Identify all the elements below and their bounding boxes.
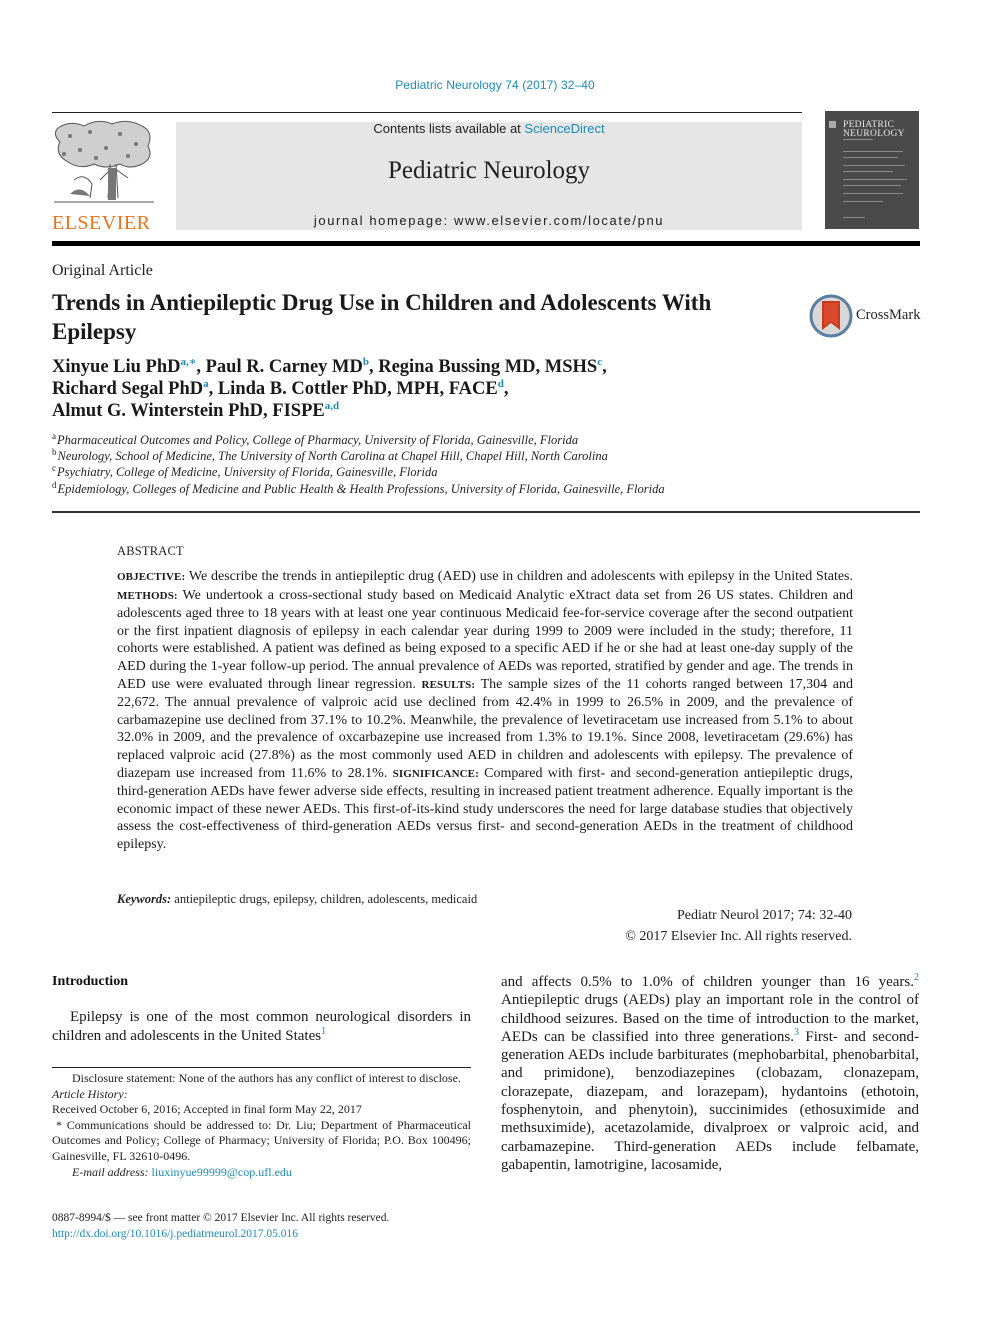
author-name[interactable]: Xinyue Liu PhD (52, 357, 181, 377)
cover-text-line (843, 151, 903, 152)
author-separator: , (196, 357, 206, 377)
crossmark-label: CrossMark (856, 307, 921, 323)
objective-label: OBJECTIVE: (117, 571, 186, 583)
header-thick-rule (52, 241, 920, 246)
header-rule (52, 112, 802, 113)
author-name[interactable]: Richard Segal PhD (52, 379, 203, 399)
sciencedirect-link[interactable]: ScienceDirect (524, 121, 604, 136)
cover-text-line (843, 165, 905, 166)
citation-block: Pediatr Neurol 2017; 74: 32-40 © 2017 El… (560, 906, 852, 947)
correspondence: * Communications should be addressed to:… (52, 1117, 471, 1163)
email-line: E-mail address: liuxinyue99999@cop.ufl.e… (52, 1165, 471, 1181)
affiliation-key: c (52, 463, 56, 474)
cover-title: PEDIATRIC NEUROLOGY (843, 120, 905, 139)
right-column-text: and affects 0.5% to 1.0% of children you… (501, 973, 919, 1174)
author-list: Xinyue Liu PhDa,∗, Paul R. Carney MDb, R… (52, 356, 772, 422)
affiliation-list: aPharmaceutical Outcomes and Policy, Col… (52, 432, 852, 497)
bottom-matter: 0887-8994/$ — see front matter © 2017 El… (52, 1210, 389, 1242)
affiliation-item: aPharmaceutical Outcomes and Policy, Col… (52, 432, 852, 448)
affiliation-text: Neurology, School of Medicine, The Unive… (57, 449, 608, 464)
cover-title-line: NEUROLOGY (843, 129, 905, 139)
contents-prefix: Contents lists available at (373, 121, 525, 136)
journal-homepage[interactable]: journal homepage: www.elsevier.com/locat… (176, 213, 802, 228)
journal-reference-link[interactable]: Pediatric Neurology 74 (2017) 32–40 (0, 78, 990, 92)
affiliation-item: bNeurology, School of Medicine, The Univ… (52, 448, 852, 464)
author-name[interactable]: Almut G. Winterstein PhD, FISPE (52, 401, 325, 421)
footnote-rule (52, 1067, 471, 1068)
citation: Pediatr Neurol 2017; 74: 32-40 (677, 908, 852, 923)
paragraph-text: and affects 0.5% to 1.0% of children you… (501, 974, 914, 990)
cover-text-line (843, 185, 901, 186)
author-separator: , (208, 379, 218, 399)
paragraph-text: First- and second-generation AEDs includ… (501, 1028, 919, 1173)
cover-text-line (843, 201, 883, 202)
cover-text-line (843, 193, 903, 194)
section-heading-introduction: Introduction (52, 974, 128, 989)
article-history-label: Article History: (52, 1086, 128, 1101)
affiliation-key: b (52, 447, 57, 458)
author-separator: , (368, 357, 379, 377)
article-history: Received October 6, 2016; Accepted in fi… (52, 1102, 362, 1117)
article-title: Trends in Antiepileptic Drug Use in Chil… (52, 290, 712, 344)
doi-link[interactable]: http://dx.doi.org/10.1016/j.pediatrneuro… (52, 1226, 389, 1242)
cover-text-line (843, 217, 865, 218)
crossmark-icon (809, 294, 853, 338)
disclosure-statement: Disclosure statement: None of the author… (72, 1071, 461, 1085)
copyright: © 2017 Elsevier Inc. All rights reserved… (625, 928, 852, 944)
author-name[interactable]: Regina Bussing MD, MSHS (378, 357, 597, 377)
body-paragraph: Epilepsy is one of the most common neuro… (52, 1008, 471, 1045)
abstract-heading: ABSTRACT (117, 544, 184, 558)
author-name[interactable]: Paul R. Carney MD (206, 357, 363, 377)
affiliation-key: a (52, 431, 56, 441)
article-type: Original Article (52, 262, 153, 279)
objective-text: We describe the trends in antiepileptic … (185, 569, 853, 584)
author-separator: , (503, 379, 509, 399)
author-affiliation-marker[interactable]: a,∗ (181, 356, 197, 368)
results-label: RESULTS: (421, 678, 476, 691)
reference-link[interactable]: 2 (914, 972, 919, 983)
contents-line: Contents lists available at ScienceDirec… (176, 121, 802, 136)
affiliation-text: Pharmaceutical Outcomes and Policy, Coll… (57, 433, 579, 447)
footnotes: Disclosure statement: None of the author… (52, 1071, 471, 1180)
affiliation-text: Epidemiology, Colleges of Medicine and P… (57, 481, 665, 496)
affiliation-text: Psychiatry, College of Medicine, Univers… (57, 465, 438, 480)
crossmark-button[interactable]: CrossMark (809, 292, 925, 340)
journal-name: Pediatric Neurology (387, 157, 591, 184)
author-affiliation-marker[interactable]: a,d (325, 400, 339, 412)
cover-text-line (843, 171, 893, 172)
email-link[interactable]: liuxinyue99999@cop.ufl.edu (152, 1165, 292, 1179)
keywords: Keywords: antiepileptic drugs, epilepsy,… (117, 892, 477, 907)
section-rule (52, 511, 920, 513)
affiliation-item: dEpidemiology, Colleges of Medicine and … (52, 479, 852, 497)
methods-label: METHODS: (117, 589, 178, 602)
author-separator: , (602, 357, 607, 377)
left-column-text: Epilepsy is one of the most common neuro… (52, 1008, 471, 1045)
keywords-label: Keywords: (117, 892, 172, 906)
elsevier-wordmark: ELSEVIER (52, 212, 151, 234)
cover-text-line (843, 157, 898, 158)
issn-line: 0887-8994/$ — see front matter © 2017 El… (52, 1212, 390, 1224)
abstract-body: OBJECTIVE: We describe the trends in ant… (117, 568, 853, 854)
affiliation-item: cPsychiatry, College of Medicine, Univer… (52, 464, 852, 480)
significance-label: SIGNIFICANCE: (392, 767, 479, 780)
cover-text-line (843, 139, 873, 140)
keywords-list: antiepileptic drugs, epilepsy, children,… (171, 892, 478, 906)
affiliation-key: d (52, 479, 57, 490)
cover-logo-icon (829, 121, 836, 128)
paragraph-text: Epilepsy is one of the most common neuro… (52, 1009, 471, 1044)
author-name[interactable]: Linda B. Cottler PhD, MPH, FACE (218, 379, 498, 399)
cover-text-line (843, 179, 907, 180)
email-label: E-mail address: (72, 1164, 152, 1179)
reference-link[interactable]: 1 (321, 1026, 326, 1037)
